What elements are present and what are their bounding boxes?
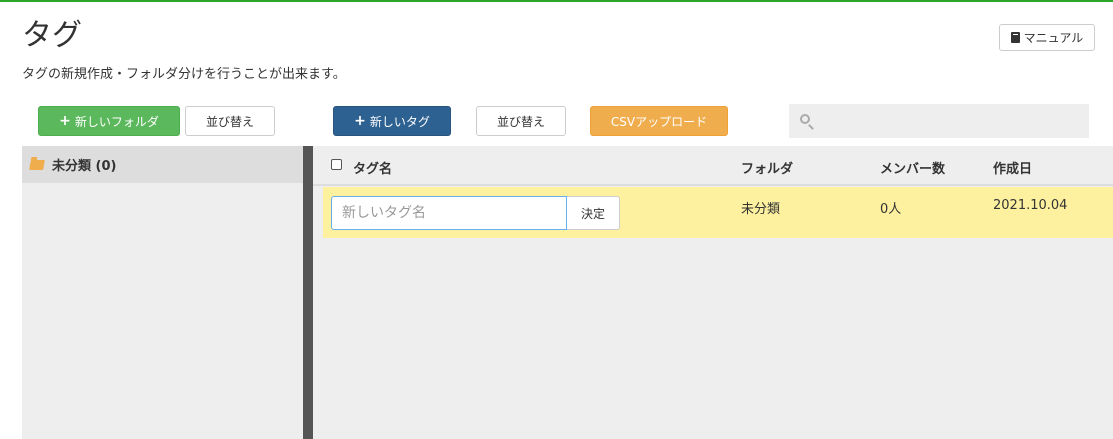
select-all-checkbox[interactable] <box>331 159 342 170</box>
page-title: タグ <box>22 18 82 53</box>
top-accent-line <box>0 0 1113 2</box>
tag-sort-label: 並び替え <box>496 114 545 129</box>
plus-icon: + <box>59 113 71 129</box>
table-header: タグ名 フォルダ メンバー数 作成日 <box>313 146 1113 186</box>
book-icon <box>1010 32 1020 43</box>
decide-button[interactable]: 決定 <box>567 196 620 230</box>
new-folder-button[interactable]: + 新しいフォルダ <box>38 106 180 136</box>
search-box <box>789 104 1089 140</box>
folder-item-uncategorized[interactable]: 未分類 (0) <box>22 146 303 183</box>
manual-button-label: マニュアル <box>1023 31 1084 45</box>
column-tag-name[interactable]: タグ名 <box>353 158 392 177</box>
new-tag-row: 決定 未分類 0人 2021.10.04 <box>323 187 1113 238</box>
csv-upload-label: CSVアップロード <box>610 114 708 129</box>
cell-created: 2021.10.04 <box>993 198 1068 213</box>
folder-sort-button[interactable]: 並び替え <box>185 106 275 136</box>
manual-button[interactable]: マニュアル <box>999 24 1095 51</box>
new-tag-button[interactable]: + 新しいタグ <box>333 106 451 136</box>
panel-resize-handle[interactable] <box>303 146 313 439</box>
new-tag-name-input[interactable] <box>331 196 567 230</box>
csv-upload-button[interactable]: CSVアップロード <box>590 106 728 136</box>
folder-item-label: 未分類 (0) <box>52 159 117 174</box>
column-folder[interactable]: フォルダ <box>741 158 793 177</box>
new-tag-label: 新しいタグ <box>369 114 430 129</box>
plus-icon: + <box>354 113 366 129</box>
new-folder-label: 新しいフォルダ <box>74 114 159 129</box>
folder-sidebar: 未分類 (0) <box>22 146 303 439</box>
column-member-count[interactable]: メンバー数 <box>880 158 945 177</box>
column-created-date[interactable]: 作成日 <box>993 158 1032 177</box>
folder-open-icon <box>29 159 45 170</box>
cell-members: 0人 <box>880 202 902 217</box>
cell-folder: 未分類 <box>741 202 781 217</box>
tag-table: タグ名 フォルダ メンバー数 作成日 決定 未分類 0人 2021.10.04 <box>313 146 1113 439</box>
decide-button-label: 決定 <box>580 206 605 221</box>
search-icon <box>800 114 810 124</box>
tag-sort-button[interactable]: 並び替え <box>476 106 566 136</box>
folder-sort-label: 並び替え <box>205 114 254 129</box>
page-subtitle: タグの新規作成・フォルダ分けを行うことが出来ます。 <box>22 67 346 82</box>
search-input[interactable] <box>819 104 1088 140</box>
